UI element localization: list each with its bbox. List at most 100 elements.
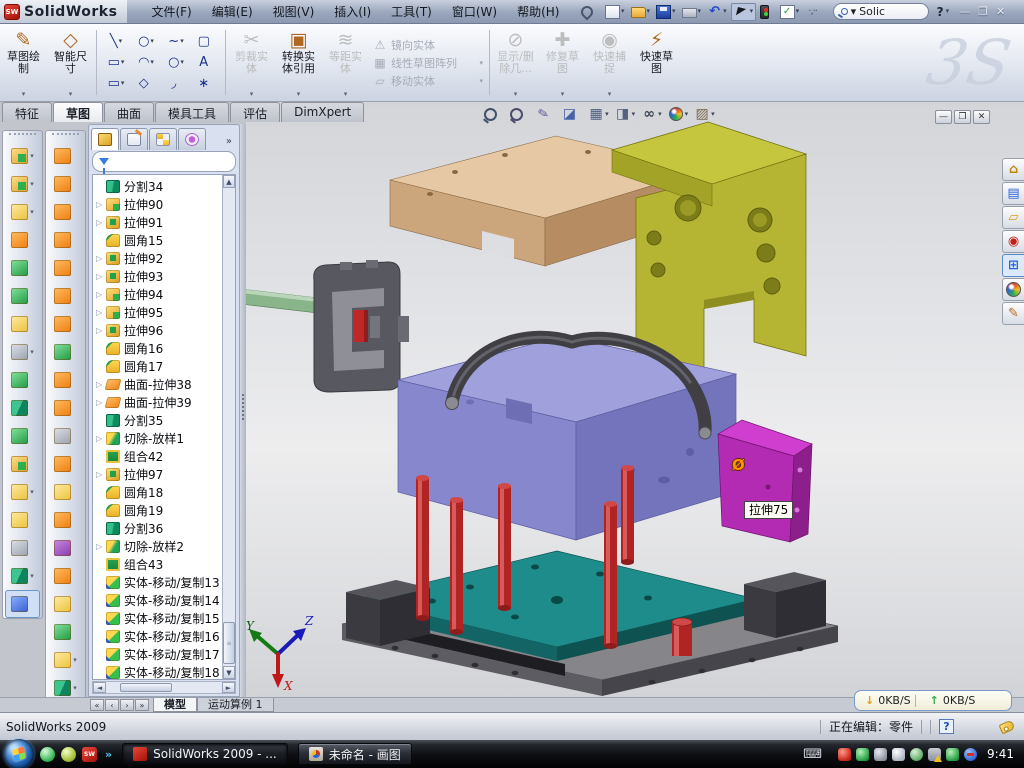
tree-item[interactable]: ▷ 拉伸94 <box>93 285 222 303</box>
toolbar-button[interactable]: ▾ <box>46 254 85 282</box>
dropdown-arrow-icon[interactable]: ▾ <box>30 180 34 188</box>
menu-item[interactable]: 编辑(E) <box>202 0 263 23</box>
design-library-tab[interactable] <box>1002 182 1024 205</box>
toolbar-button[interactable]: ▾ <box>46 478 85 506</box>
scroll-left-arrow[interactable]: ◄ <box>93 682 106 693</box>
tray-sync-icon[interactable] <box>910 748 923 761</box>
expand-arrow-icon[interactable]: ▷ <box>96 398 105 407</box>
tree-item[interactable]: ▷ 拉伸92 <box>93 249 222 267</box>
rapid-sketch-button[interactable]: ⚡ 快速草 图 ▾ <box>633 24 680 101</box>
sketch-fillet-icon[interactable]: ◞ ▾ <box>161 73 191 94</box>
heads-up-button[interactable]: ▾ <box>615 106 636 122</box>
tree-item[interactable]: ▷ 圆角18 <box>93 483 222 501</box>
dropdown-arrow-icon[interactable]: ▾ <box>30 208 34 216</box>
menu-item[interactable]: 窗口(W) <box>442 0 507 23</box>
quick-access-button[interactable]: ▾ <box>731 3 757 21</box>
toolbar-button[interactable]: ▾ <box>46 198 85 226</box>
tree-item[interactable]: ▷ 切除-放样1 <box>93 429 222 447</box>
custom-properties-tab[interactable] <box>1002 302 1024 325</box>
heads-up-button[interactable]: ▾ <box>668 106 689 122</box>
file-explorer-tab[interactable] <box>1002 206 1024 229</box>
circle-tool-icon[interactable]: ○ ▾ <box>131 31 161 52</box>
toolbar-button[interactable]: ▾ <box>46 506 85 534</box>
quick-access-button[interactable]: ▾ <box>758 4 776 20</box>
expand-arrow-icon[interactable]: ▷ <box>96 218 105 227</box>
menu-item[interactable]: 视图(V) <box>263 0 325 23</box>
dropdown-arrow-icon[interactable]: ▾ <box>73 656 77 664</box>
doc-restore-button[interactable]: ❐ <box>954 110 971 124</box>
tree-item[interactable]: ▷ 拉伸97 <box>93 465 222 483</box>
commandmanager-tab[interactable]: 曲面 <box>104 102 154 122</box>
dropdown-arrow-icon[interactable]: ▾ <box>479 59 483 67</box>
featuremanager-tree-tab[interactable] <box>91 128 119 150</box>
taskbar-task-button[interactable]: 未命名 - 画图 <box>298 743 412 765</box>
toolbar-button[interactable]: ▾ <box>3 338 42 366</box>
arc-tool-icon[interactable]: ◠ ▾ <box>131 52 161 73</box>
commandmanager-tab[interactable]: 特征 <box>2 102 52 122</box>
mirror-entities-button[interactable]: ⚠ 镜向实体 ▾ <box>369 37 487 53</box>
side-block-magenta[interactable] <box>718 420 812 542</box>
tree-item[interactable]: ▷ 切除-放样2 <box>93 537 222 555</box>
toolbar-button[interactable]: ▾ <box>46 646 85 674</box>
tree-item[interactable]: ▷ 拉伸90 <box>93 195 222 213</box>
dropdown-arrow-icon[interactable]: ▾ <box>30 572 34 580</box>
convert-entities-button[interactable]: ▣ 转换实 体引用 ▾ <box>275 24 322 101</box>
rectangle-tool-icon[interactable]: ▭ ▾ <box>101 52 131 73</box>
tab-nav-button[interactable]: › <box>120 699 134 711</box>
nozzle-tube-green[interactable] <box>246 288 322 313</box>
toolbar-button[interactable]: ▾ <box>3 198 42 226</box>
model-tab[interactable]: 模型 <box>153 698 197 712</box>
menu-item[interactable]: 插入(I) <box>324 0 381 23</box>
toolbar-button[interactable]: ▾ <box>46 366 85 394</box>
toolbar-button[interactable]: ▾ <box>3 450 42 478</box>
sketch-text-icon[interactable]: A ▾ <box>191 52 221 73</box>
dropdown-arrow-icon[interactable]: ▾ <box>119 38 123 45</box>
heads-up-button[interactable]: ▾ <box>694 106 715 122</box>
tray-blocked-icon[interactable] <box>964 748 977 761</box>
dropdown-arrow-icon[interactable]: ▾ <box>121 59 125 66</box>
heads-up-button[interactable]: ▾ <box>535 106 556 122</box>
dropdown-arrow-icon[interactable]: ▾ <box>750 8 754 15</box>
smart-dimension-button[interactable]: ◇ 智能尺 寸 ▾ <box>47 24 94 101</box>
horizontal-scrollbar[interactable]: ◄ ► <box>92 681 236 694</box>
heads-up-button[interactable]: ▾ <box>641 106 662 122</box>
tree-item[interactable]: ▷ 组合42 <box>93 447 222 465</box>
doc-minimize-button[interactable]: — <box>935 110 952 124</box>
scrollbar-thumb[interactable]: ≡ <box>223 622 235 664</box>
quick-access-button[interactable]: ▾ <box>603 4 627 20</box>
dropdown-arrow-icon[interactable]: ▾ <box>605 111 609 118</box>
tray-network-warning-icon[interactable] <box>928 748 941 761</box>
toolbar-button[interactable]: ▾ <box>3 534 42 562</box>
minimize-button[interactable]: — <box>959 5 970 18</box>
quick-launch-solidworks-icon[interactable]: SW <box>82 747 97 762</box>
quick-access-button[interactable]: ▾ <box>705 4 729 20</box>
expand-arrow-icon[interactable]: ▷ <box>96 434 105 443</box>
status-help-icon[interactable]: ? <box>939 719 954 734</box>
dropdown-arrow-icon[interactable]: ▾ <box>621 8 625 15</box>
tree-item[interactable]: ▷ 圆角15 <box>93 231 222 249</box>
spline-tool-icon[interactable]: ~ ▾ <box>161 31 191 52</box>
toolbar-button[interactable]: ▾ <box>46 590 85 618</box>
configurationmanager-tab[interactable] <box>149 128 177 150</box>
dropdown-arrow-icon[interactable]: ▾ <box>711 111 715 118</box>
dropdown-arrow-icon[interactable]: ▾ <box>69 91 73 98</box>
tab-nav-button[interactable]: ‹ <box>105 699 119 711</box>
keyboard-layout-icon[interactable]: ⌨ <box>803 747 822 762</box>
toolbar-button[interactable]: ▾ <box>5 590 40 618</box>
toolbar-button[interactable]: ▾ <box>3 170 42 198</box>
toolbar-button[interactable]: ▾ <box>46 394 85 422</box>
tree-item[interactable]: ▷ 分割34 <box>93 177 222 195</box>
quick-snaps-button[interactable]: ◉ 快速捕 捉 ▾ <box>586 24 633 101</box>
toolbar-button[interactable]: ▾ <box>46 534 85 562</box>
view-palette-tab[interactable] <box>1002 254 1024 277</box>
help-dropdown-icon[interactable]: ▾ <box>946 8 950 15</box>
dropdown-arrow-icon[interactable]: ▾ <box>121 80 125 87</box>
quick-access-button[interactable]: ▾ <box>577 4 601 20</box>
tree-item[interactable]: ▷ 曲面-拉伸38 <box>93 375 222 393</box>
quick-access-button[interactable]: ▾ <box>654 4 678 20</box>
expand-arrow-icon[interactable]: ▷ <box>96 380 105 389</box>
restore-button[interactable]: ❐ <box>978 5 988 18</box>
taskbar-clock[interactable]: 9:41 <box>987 747 1014 761</box>
dropdown-arrow-icon[interactable]: ▾ <box>514 91 518 98</box>
dropdown-arrow-icon[interactable]: ▾ <box>632 111 636 118</box>
